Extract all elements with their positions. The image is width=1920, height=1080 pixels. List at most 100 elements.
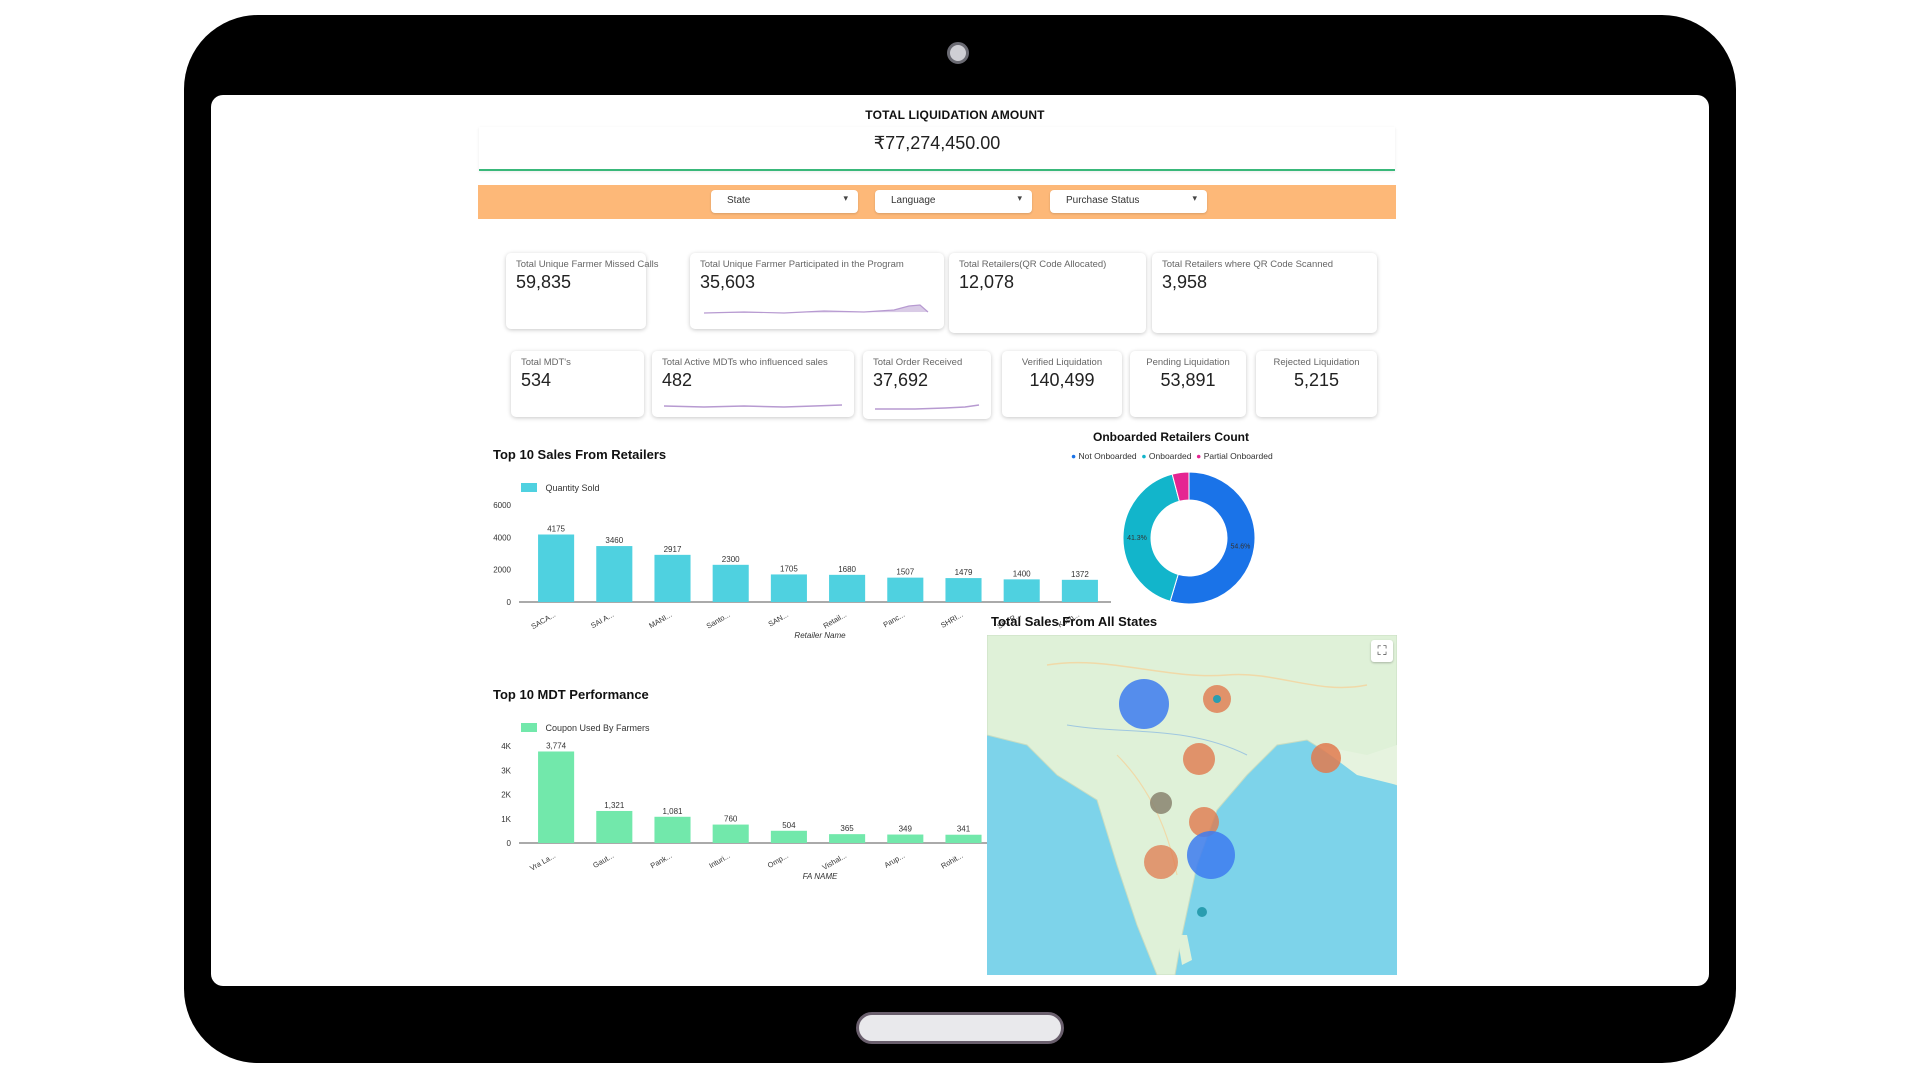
x-tick-label: SAN... [767,610,790,629]
kpi-card-total-mdts: Total MDT's 534 [511,351,644,417]
legend-label: Not Onboarded [1078,451,1137,461]
chevron-down-icon: ▾ [1017,193,1022,203]
sparkline [664,404,843,408]
y-tick-label: 2K [501,791,511,800]
kpi-card-missed-calls: Total Unique Farmer Missed Calls 59,835 [506,253,659,329]
kpi-label: Pending Liquidation [1146,357,1230,368]
purchase-status-filter-label: Purchase Status [1066,195,1140,206]
map-bubble[interactable] [1150,792,1172,814]
x-tick-label: Vishal... [821,851,848,872]
kpi-card-farmers-participated: Total Unique Farmer Participated in the … [690,253,944,329]
data-label: 341 [957,825,971,834]
bar [770,574,807,602]
kpi-value: 482 [662,370,693,390]
x-tick-label: Retail... [822,610,849,631]
kpi-value: 3,958 [1162,272,1208,292]
kpi-card-verified-liquidation: Verified Liquidation 140,499 [1002,351,1122,417]
bar [712,824,749,843]
map-bubble[interactable] [1187,831,1235,879]
slice-label: 54.6% [1231,543,1251,550]
bar [887,577,924,602]
mdt-chart-title: Top 10 MDT Performance [493,687,649,702]
x-tick-label: Gaut... [591,851,615,870]
y-tick-label: 2000 [493,566,511,575]
kpi-label: Total Retailers(QR Code Allocated) [959,259,1107,270]
state-filter[interactable]: State ▾ [711,190,858,213]
filter-bar: State ▾ Language ▾ Purchase Status ▾ [478,185,1396,219]
map-bubble[interactable] [1311,743,1341,773]
camera-icon [947,42,969,64]
purchase-status-filter[interactable]: Purchase Status ▾ [1050,190,1207,213]
sales-map[interactable]: ⛶ [987,635,1397,975]
language-filter-label: Language [891,195,936,206]
kpi-value: 35,603 [700,272,756,292]
legend-dot: ● [1141,451,1147,461]
x-tick-label: Arup... [883,851,907,870]
x-tick-label: SACA... [529,610,557,631]
bar [945,578,982,602]
legend-label: Onboarded [1148,451,1192,461]
total-liquidation-title: TOTAL LIQUIDATION AMOUNT [865,108,1045,122]
kpi-card-retailers-qr-allocated: Total Retailers(QR Code Allocated) 12,07… [949,253,1146,333]
map-title: Total Sales From All States [991,614,1158,629]
x-tick-label: Inturi... [707,851,731,870]
onboarded-chart-title: Onboarded Retailers Count [1092,430,1250,444]
data-label: 1507 [896,568,914,577]
kpi-card-total-orders: Total Order Received 37,692 [863,351,991,419]
dashboard-screen: TOTAL LIQUIDATION AMOUNT ₹77,274,450.00 … [211,95,1709,986]
x-tick-label: Vra La... [528,851,557,873]
legend-dot: ● [1196,451,1202,461]
data-label: 349 [899,825,913,834]
kpi-card-retailers-qr-scanned: Total Retailers where QR Code Scanned 3,… [1152,253,1377,333]
home-button[interactable] [856,1012,1064,1044]
x-tick-label: Omp... [766,851,790,870]
bar [770,830,807,843]
data-label: 760 [724,815,738,824]
bar [538,751,575,843]
map-bubble[interactable] [1213,695,1221,703]
kpi-value: 59,835 [516,272,572,292]
legend-label: Partial Onboarded [1203,451,1273,461]
data-label: 3,774 [546,741,567,750]
data-label: 3460 [605,536,623,545]
kpi-value: 140,499 [1029,370,1095,390]
data-label: 1400 [1013,569,1031,578]
x-tick-label: SHRI... [939,610,964,630]
bar [712,564,749,602]
kpi-card-pending-liquidation: Pending Liquidation 53,891 [1130,351,1246,417]
map-bubble[interactable] [1197,907,1207,917]
y-tick-label: 6000 [493,501,511,510]
bar [654,816,691,843]
y-tick-label: 0 [507,839,512,848]
data-label: 1,321 [604,801,625,810]
kpi-value: 37,692 [873,370,929,390]
bar [887,834,924,843]
kpi-label: Total Retailers where QR Code Scanned [1162,259,1334,270]
kpi-label: Total Order Received [873,357,963,368]
fullscreen-icon[interactable]: ⛶ [1371,640,1393,662]
x-axis-title: Retailer Name [794,631,846,640]
retailer-chart-title: Top 10 Sales From Retailers [493,447,667,462]
kpi-value: 534 [521,370,552,390]
y-tick-label: 4000 [493,533,511,542]
kpi-label: Verified Liquidation [1021,357,1103,368]
kpi-label: Total Active MDTs who influenced sales [662,357,828,368]
data-label: 2300 [722,555,740,564]
total-liquidation-amount: ₹77,274,450.00 [873,133,1001,153]
map-bubble[interactable] [1183,743,1215,775]
map-bubble[interactable] [1119,679,1169,729]
bar [654,554,691,602]
bar [829,574,866,602]
map-bubble[interactable] [1144,845,1178,879]
kpi-label: Total Unique Farmer Participated in the … [700,259,904,270]
language-filter[interactable]: Language ▾ [875,190,1032,213]
x-tick-label: Panc... [882,610,907,629]
bar [1061,579,1098,602]
chevron-down-icon: ▾ [843,193,848,203]
bar [945,834,982,843]
x-tick-label: Pank... [649,851,674,870]
x-axis-title: FA NAME [803,872,838,881]
bar [596,810,633,843]
data-label: 504 [782,821,796,830]
kpi-card-rejected-liquidation: Rejected Liquidation 5,215 [1256,351,1377,417]
